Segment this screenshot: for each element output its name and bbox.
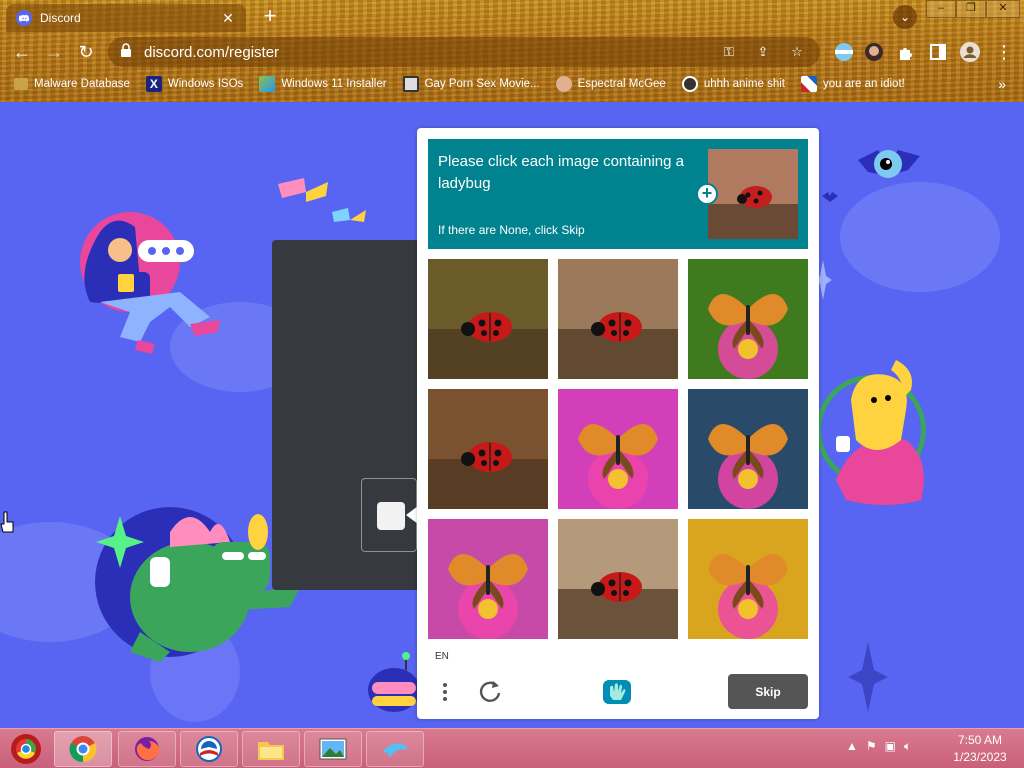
network-icon[interactable]: ▣ [885,739,896,754]
new-tab-button[interactable]: + [258,5,282,29]
back-icon[interactable]: ← [10,40,34,64]
bookmark-item[interactable]: you are an idiot! [801,76,905,92]
browser-chrome: Discord ✕ + ⌄ – ❐ ✕ ← → ↻ discord.com/re… [0,0,1024,102]
minimize-button[interactable]: – [926,0,956,18]
side-panel-icon[interactable] [928,42,948,62]
challenge-question: Please click each image containing a lad… [438,153,684,192]
captcha-tile-butterfly[interactable] [688,259,808,379]
captcha-tile-butterfly[interactable] [428,519,548,639]
bookmark-item[interactable]: Espectral McGee [555,76,666,92]
sparkle-decoration [848,642,888,712]
captcha-tile-ladybug[interactable] [558,519,678,639]
captcha-tile-ladybug[interactable] [428,389,548,509]
illustration-bat [858,150,920,178]
captcha-checkbox[interactable] [377,502,405,530]
illustration-book [332,208,366,222]
hand-cursor-icon [0,511,14,533]
start-button[interactable] [6,731,46,767]
challenge-prompt: Please click each image containing a lad… [428,139,808,249]
refresh-icon[interactable] [477,678,503,704]
address-bar[interactable]: discord.com/register ⚿ ⇪ ☆ [108,37,820,67]
flag-icon [801,76,818,92]
tab-close-icon[interactable]: ✕ [220,10,236,27]
taskbar-chrome-icon[interactable] [54,731,112,767]
hcaptcha-challenge: Please click each image containing a lad… [417,128,819,719]
bookmark-item[interactable]: X Windows ISOs [145,76,243,92]
image-icon [259,76,276,92]
skip-button[interactable]: Skip [728,674,808,709]
tile-image [428,259,548,379]
system-clock[interactable]: 7:50 AM 1/23/2023 [940,732,1020,766]
tile-image [428,519,548,639]
browser-tab-discord[interactable]: Discord ✕ [6,4,246,32]
taskbar-obama-icon[interactable] [180,731,238,767]
taskbar-dolphin-icon[interactable] [366,731,424,767]
folder-icon [14,78,28,90]
captcha-tile-ladybug[interactable] [558,259,678,379]
windows-taskbar: ▲ ⚑ ▣ 🔈︎ 7:50 AM 1/23/2023 [0,728,1024,768]
bookmark-star-icon[interactable]: ☆ [786,44,808,60]
profile-icon[interactable] [960,42,980,62]
avatar-icon [555,76,572,92]
tab-title: Discord [40,11,81,25]
bookmark-item[interactable]: Windows 11 Installer [259,76,387,92]
clock-date: 1/23/2023 [953,750,1007,764]
reload-icon[interactable]: ↻ [74,40,98,64]
tile-image [558,389,678,509]
language-selector[interactable]: EN [435,651,449,662]
menu-kebab-icon[interactable]: ⋮ [992,40,1016,64]
captcha-tile-butterfly[interactable] [688,389,808,509]
add-example-icon: + [696,183,718,205]
site-icon [402,76,419,92]
taskbar-file-explorer-icon[interactable] [242,731,300,767]
menu-dots-icon[interactable] [437,680,453,704]
system-tray: ▲ ⚑ ▣ 🔈︎ [846,739,911,754]
x-logo-icon: X [145,76,162,92]
key-icon[interactable]: ⚿ [718,44,740,60]
illustration-robot [368,652,420,712]
captcha-tile-butterfly[interactable] [688,519,808,639]
taskbar-photos-icon[interactable] [304,731,362,767]
tile-image [688,519,808,639]
close-window-button[interactable]: ✕ [986,0,1020,18]
tile-image [558,259,678,379]
extension-flag-icon[interactable] [834,42,854,62]
volume-icon[interactable]: 🔈︎ [904,739,911,754]
tab-search-icon[interactable]: ⌄ [893,5,917,29]
browser-toolbar: ← → ↻ discord.com/register ⚿ ⇪ ☆ ⋮ [0,36,1024,68]
captcha-tile-ladybug[interactable] [428,259,548,379]
discord-favicon-icon [16,10,32,26]
forward-icon[interactable]: → [42,40,66,64]
illustration-person-phone [80,212,220,354]
tile-image [688,259,808,379]
captcha-tile-butterfly[interactable] [558,389,678,509]
action-center-flag-icon[interactable]: ⚑ [866,739,877,754]
url-text: discord.com/register [144,43,280,61]
illustration-yellow-character [816,360,926,505]
anime-icon [681,76,698,92]
challenge-hint: If there are None, click Skip [438,223,585,237]
illustration-small-bat [822,192,838,202]
image-grid [428,259,808,639]
show-hidden-icons-icon[interactable]: ▲ [846,739,858,754]
tile-image [428,389,548,509]
tile-image [558,519,678,639]
bookmark-item[interactable]: Gay Porn Sex Movie... [402,76,540,92]
extension-avatar-icon[interactable] [864,42,884,62]
taskbar-firefox-icon[interactable] [118,731,176,767]
illustration-book [278,178,328,202]
more-bookmarks-button[interactable]: » [998,76,1006,92]
tile-image [688,389,808,509]
clock-time: 7:50 AM [957,733,1003,747]
bookmark-item[interactable]: uhhh anime shit [681,76,785,92]
example-image[interactable] [708,149,798,239]
window-controls: – ❐ ✕ [926,0,1020,18]
hcaptcha-logo-icon [603,680,631,704]
share-icon[interactable]: ⇪ [752,44,774,60]
maximize-button[interactable]: ❐ [956,0,986,18]
bookmarks-bar: Malware Database X Windows ISOs Windows … [0,72,1024,96]
extensions-puzzle-icon[interactable] [896,42,916,62]
bookmark-item[interactable]: Malware Database [14,78,130,90]
lock-icon [120,43,134,61]
